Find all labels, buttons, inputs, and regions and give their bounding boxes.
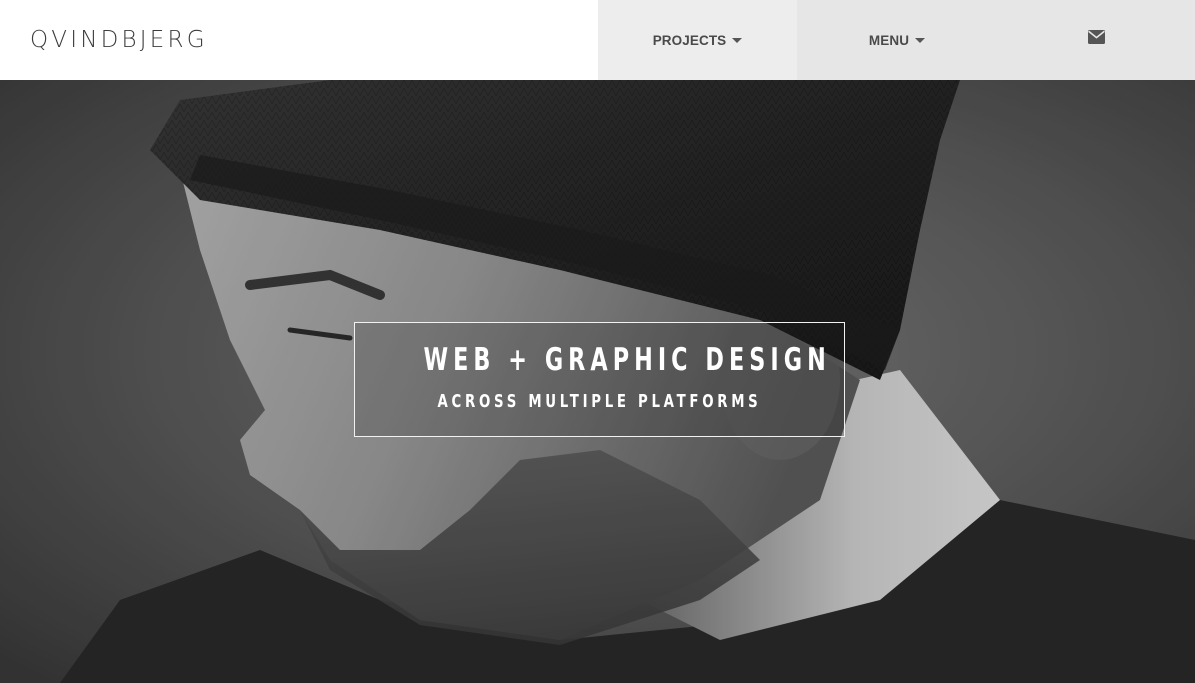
envelope-icon [1087,30,1105,44]
site-logo[interactable]: QVINDBJERG [30,28,208,52]
logo-area: QVINDBJERG [0,0,598,80]
nav-menu-label: MENU [868,32,910,48]
nav-projects-button[interactable]: PROJECTS [598,0,797,80]
nav-menu-button[interactable]: MENU [797,0,997,80]
nav-projects-label: PROJECTS [652,32,727,48]
page: QVINDBJERG PROJECTS MENU WEB + GRAPHIC D… [0,0,1195,683]
hero-headline: WEB + GRAPHIC DESIGN [423,342,831,378]
caret-down-icon [915,38,926,43]
hero-tagline-box: WEB + GRAPHIC DESIGN ACROSS MULTIPLE PLA… [354,322,845,437]
site-header: QVINDBJERG PROJECTS MENU [0,0,1195,80]
hero-subheadline: ACROSS MULTIPLE PLATFORMS [437,391,762,412]
hero-section: WEB + GRAPHIC DESIGN ACROSS MULTIPLE PLA… [0,80,1195,683]
caret-down-icon [732,38,743,43]
nav-contact-button[interactable] [997,0,1195,80]
